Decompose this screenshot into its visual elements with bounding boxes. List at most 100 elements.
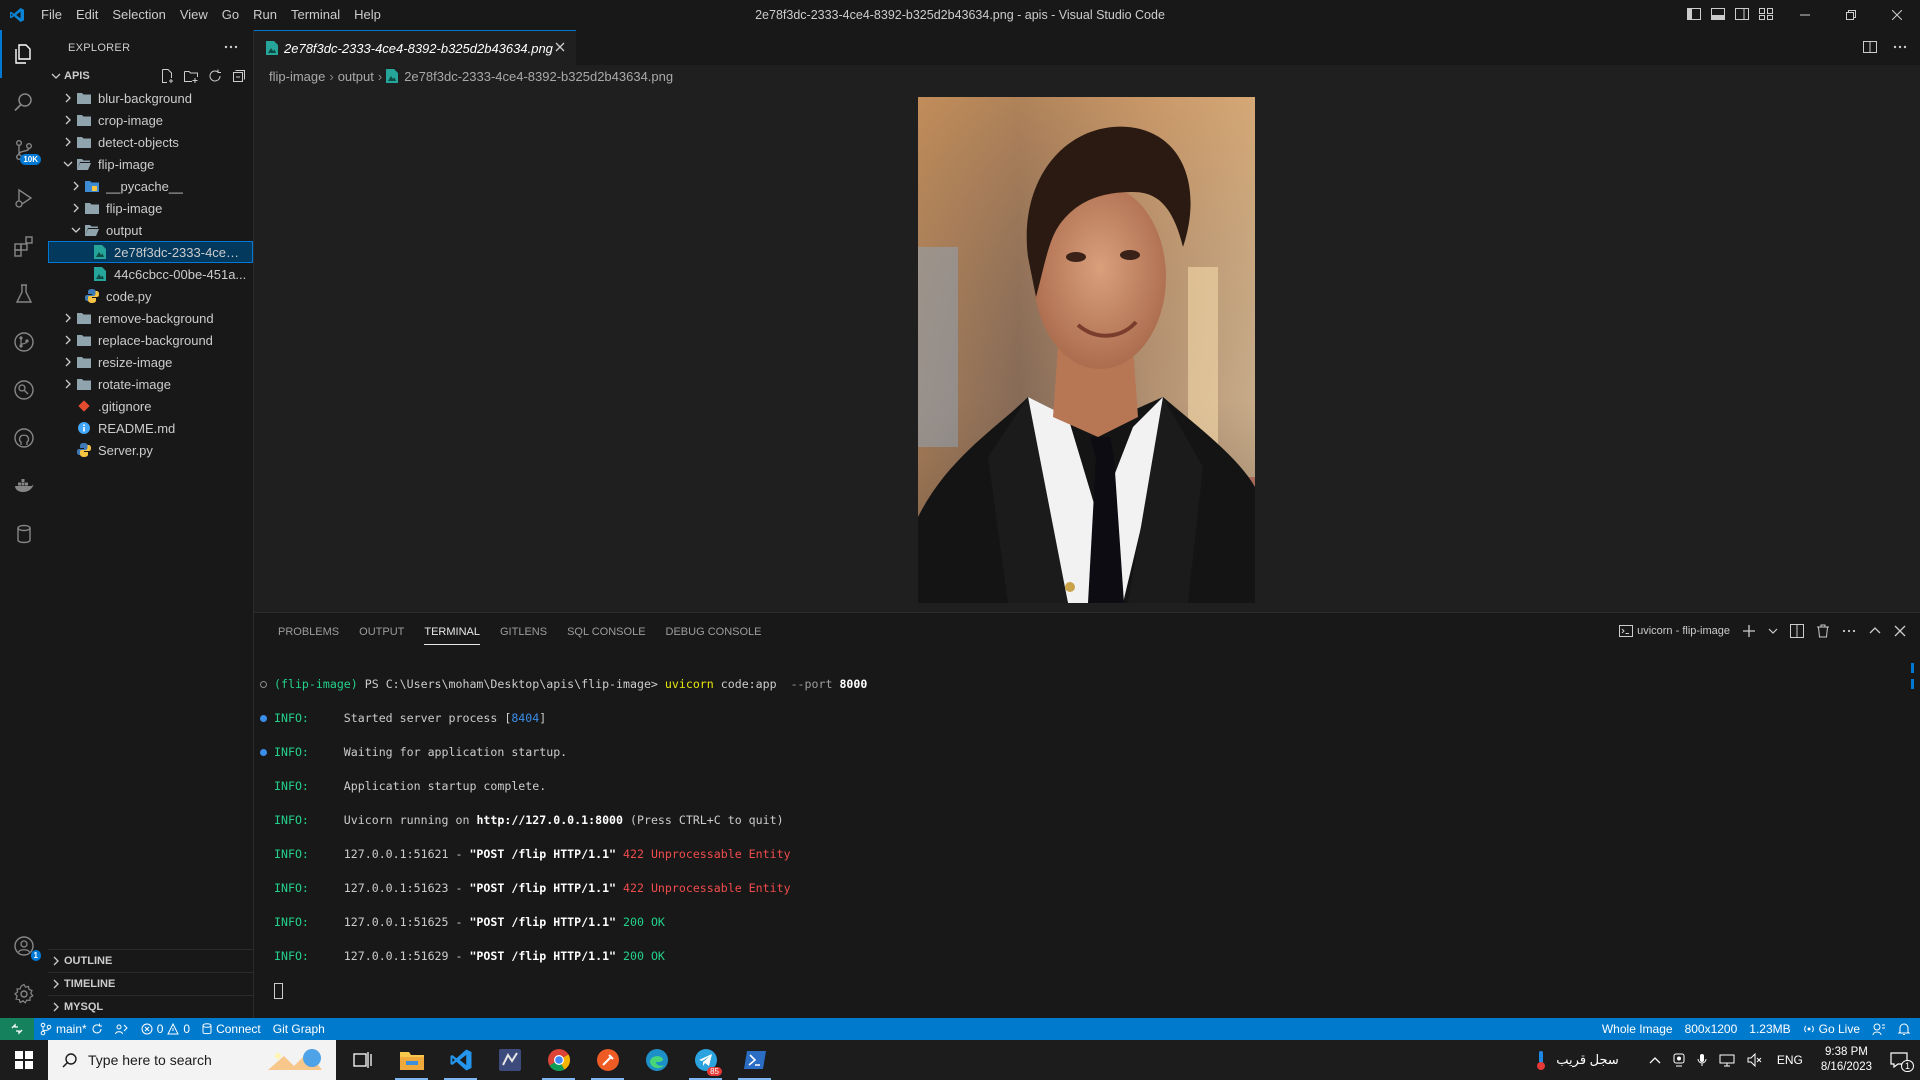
menu-go[interactable]: Go [215, 0, 246, 30]
ssms-icon[interactable] [485, 1040, 534, 1080]
weather-text[interactable]: سجل قريب [1556, 1052, 1619, 1068]
file-explorer-icon[interactable] [387, 1040, 436, 1080]
toggle-primary-sidebar-icon[interactable] [1686, 6, 1702, 22]
run-debug-icon[interactable] [0, 174, 48, 222]
volume-muted-icon[interactable] [1747, 1053, 1763, 1067]
tab-sql-console[interactable]: SQL CONSOLE [557, 613, 655, 651]
image-scope-indicator[interactable]: Whole Image [1596, 1022, 1679, 1036]
more-actions-icon[interactable] [223, 39, 239, 55]
collapse-all-icon[interactable] [231, 68, 247, 84]
vscode-taskbar-icon[interactable] [436, 1040, 485, 1080]
log-url[interactable]: http://127.0.0.1:8000 [476, 813, 623, 827]
breadcrumb-item[interactable]: output [338, 69, 374, 84]
folder-remove-background[interactable]: remove-background [48, 307, 253, 329]
tab-gitlens[interactable]: GITLENS [490, 613, 557, 651]
refresh-icon[interactable] [207, 68, 223, 84]
tab-problems[interactable]: PROBLEMS [268, 613, 349, 651]
tab-output[interactable]: OUTPUT [349, 613, 414, 651]
restore-icon[interactable] [1828, 0, 1874, 30]
tab-terminal[interactable]: TERMINAL [414, 613, 490, 651]
folder-flip-image-inner[interactable]: flip-image [48, 197, 253, 219]
powershell-icon[interactable] [730, 1040, 779, 1080]
feedback-icon[interactable] [1866, 1022, 1892, 1036]
outline-section[interactable]: OUTLINE [48, 949, 253, 972]
file-code-py[interactable]: code.py [48, 285, 253, 307]
terminal-output[interactable]: (flip-image) PS C:\Users\moham\Desktop\a… [260, 659, 867, 1033]
menu-help[interactable]: Help [347, 0, 388, 30]
split-terminal-icon[interactable] [1790, 624, 1804, 638]
folder-detect-objects[interactable]: detect-objects [48, 131, 253, 153]
breadcrumb-item[interactable]: 2e78f3dc-2333-4ce4-8392-b325d2b43634.png [404, 69, 673, 84]
microphone-icon[interactable] [1697, 1053, 1707, 1067]
menu-selection[interactable]: Selection [105, 0, 172, 30]
connect-indicator[interactable]: Connect [196, 1022, 267, 1036]
folder-blur-background[interactable]: blur-background [48, 87, 253, 109]
git-graph-icon[interactable] [0, 366, 48, 414]
language-indicator[interactable]: ENG [1777, 1053, 1803, 1067]
mysql-section[interactable]: MYSQL [48, 995, 253, 1018]
notifications-bell-icon[interactable] [1892, 1022, 1916, 1036]
file-server-py[interactable]: Server.py [48, 439, 253, 461]
more-actions-icon[interactable] [1892, 39, 1908, 55]
github-icon[interactable] [0, 414, 48, 462]
live-share-icon[interactable] [109, 1023, 135, 1035]
close-tab-icon[interactable] [554, 41, 566, 53]
toggle-panel-icon[interactable] [1710, 6, 1726, 22]
notification-center-icon[interactable]: 1 [1890, 1052, 1914, 1072]
terminal-selector[interactable]: uvicorn - flip-image [1619, 624, 1730, 638]
docker-icon[interactable] [0, 462, 48, 510]
chrome-icon[interactable] [534, 1040, 583, 1080]
new-terminal-icon[interactable] [1742, 624, 1756, 638]
folder-pycache[interactable]: __pycache__ [48, 175, 253, 197]
file-gitignore[interactable]: .gitignore [48, 395, 253, 417]
file-readme[interactable]: README.md [48, 417, 253, 439]
edge-icon[interactable] [632, 1040, 681, 1080]
workspace-root[interactable]: APIS [48, 65, 253, 87]
testing-icon[interactable] [0, 270, 48, 318]
chevron-down-icon[interactable] [1768, 626, 1778, 636]
remote-indicator-icon[interactable] [0, 1018, 34, 1040]
menu-view[interactable]: View [173, 0, 215, 30]
accounts-icon[interactable]: 1 [0, 922, 48, 970]
search-icon[interactable] [0, 78, 48, 126]
problems-indicator[interactable]: 0 0 [135, 1022, 196, 1036]
task-view-icon[interactable] [338, 1040, 387, 1080]
menu-edit[interactable]: Edit [69, 0, 105, 30]
minimize-icon[interactable] [1782, 0, 1828, 30]
folder-output[interactable]: output [48, 219, 253, 241]
source-control-icon[interactable]: 10K [0, 126, 48, 174]
go-live-button[interactable]: Go Live [1797, 1022, 1866, 1036]
telegram-icon[interactable]: 85 [681, 1040, 730, 1080]
folder-flip-image[interactable]: flip-image [48, 153, 253, 175]
git-graph-button[interactable]: Git Graph [267, 1022, 331, 1036]
toggle-secondary-sidebar-icon[interactable] [1734, 6, 1750, 22]
close-panel-icon[interactable] [1894, 625, 1906, 637]
extensions-icon[interactable] [0, 222, 48, 270]
customize-layout-icon[interactable] [1758, 6, 1774, 22]
explorer-icon[interactable] [0, 30, 48, 78]
file-44c6cbcc-png[interactable]: 44c6cbcc-00be-451a... [48, 263, 253, 285]
maximize-panel-icon[interactable] [1868, 624, 1882, 638]
postman-icon[interactable] [583, 1040, 632, 1080]
menu-terminal[interactable]: Terminal [284, 0, 347, 30]
network-icon[interactable] [1719, 1053, 1735, 1067]
branch-indicator[interactable]: main* [34, 1022, 109, 1036]
tab-debug-console[interactable]: DEBUG CONSOLE [656, 613, 772, 651]
folder-crop-image[interactable]: crop-image [48, 109, 253, 131]
file-2e78f3dc-png[interactable]: 2e78f3dc-2333-4ce4-8392-b325d2b43634.png [48, 241, 253, 263]
breadcrumb-item[interactable]: flip-image [269, 69, 325, 84]
new-folder-icon[interactable] [183, 68, 199, 84]
chevron-up-icon[interactable] [1649, 1055, 1661, 1065]
windows-start-icon[interactable] [0, 1040, 48, 1080]
folder-rotate-image[interactable]: rotate-image [48, 373, 253, 395]
webcam-icon[interactable] [1673, 1053, 1685, 1067]
folder-resize-image[interactable]: resize-image [48, 351, 253, 373]
split-editor-icon[interactable] [1862, 39, 1878, 55]
database-icon[interactable] [0, 510, 48, 558]
timeline-section[interactable]: TIMELINE [48, 972, 253, 995]
menu-file[interactable]: File [34, 0, 69, 30]
new-file-icon[interactable] [159, 68, 175, 84]
taskbar-search-box[interactable]: Type here to search [48, 1040, 336, 1080]
close-window-icon[interactable] [1874, 0, 1920, 30]
settings-gear-icon[interactable] [0, 970, 48, 1018]
